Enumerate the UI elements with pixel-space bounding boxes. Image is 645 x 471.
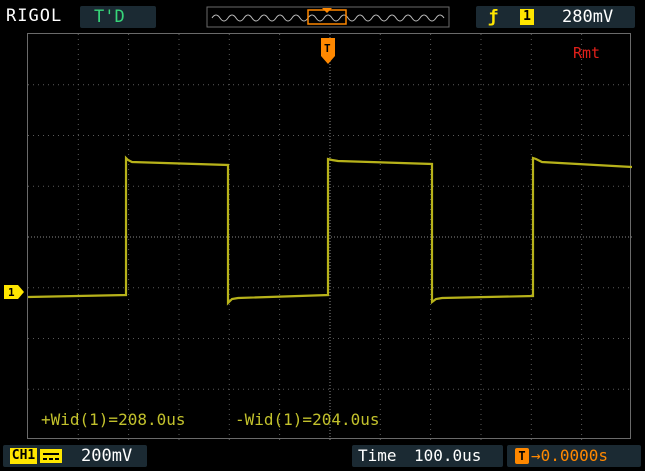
channel-marker-label: 1 [8,286,15,299]
rising-edge-icon: ƒ [488,7,499,27]
graticule [28,34,632,440]
trigger-position-marker[interactable]: T [320,38,336,66]
bottom-status-bar: CH1 200mV Time 100.0us T →0.0000s [0,443,645,471]
positive-width-measurement: +Wid(1)=208.0us [41,410,186,429]
trigger-status: T'D [80,6,156,28]
time-scale: 100.0us [414,446,482,465]
dc-coupling-icon [40,449,62,463]
top-status-bar: RIGOL T'D ƒ 1 280mV [0,0,645,33]
timebase-settings[interactable]: Time 100.0us [352,445,503,467]
waveform-screen[interactable] [27,33,632,440]
negative-width-measurement: -Wid(1)=204.0us [235,410,380,429]
channel-badge: CH1 [10,448,37,464]
trigger-panel[interactable]: ƒ 1 280mV [476,6,635,28]
trigger-marker-label: T [324,42,331,55]
time-label: Time [358,446,397,465]
channel-scale: 200mV [81,446,133,466]
trigger-offset-settings[interactable]: T →0.0000s [507,445,641,467]
trigger-offset: →0.0000s [531,446,609,465]
trigger-level: 280mV [562,7,614,27]
memory-position-bar[interactable] [206,6,450,28]
waveform-trace [28,155,632,306]
trigger-source-badge: 1 [520,9,534,25]
channel1-settings[interactable]: CH1 200mV [3,445,147,467]
trigger-offset-icon: T [515,448,529,464]
channel1-marker[interactable]: 1 [4,285,24,299]
remote-indicator: Rmt [573,44,601,62]
brand-label: RIGOL [6,6,63,26]
